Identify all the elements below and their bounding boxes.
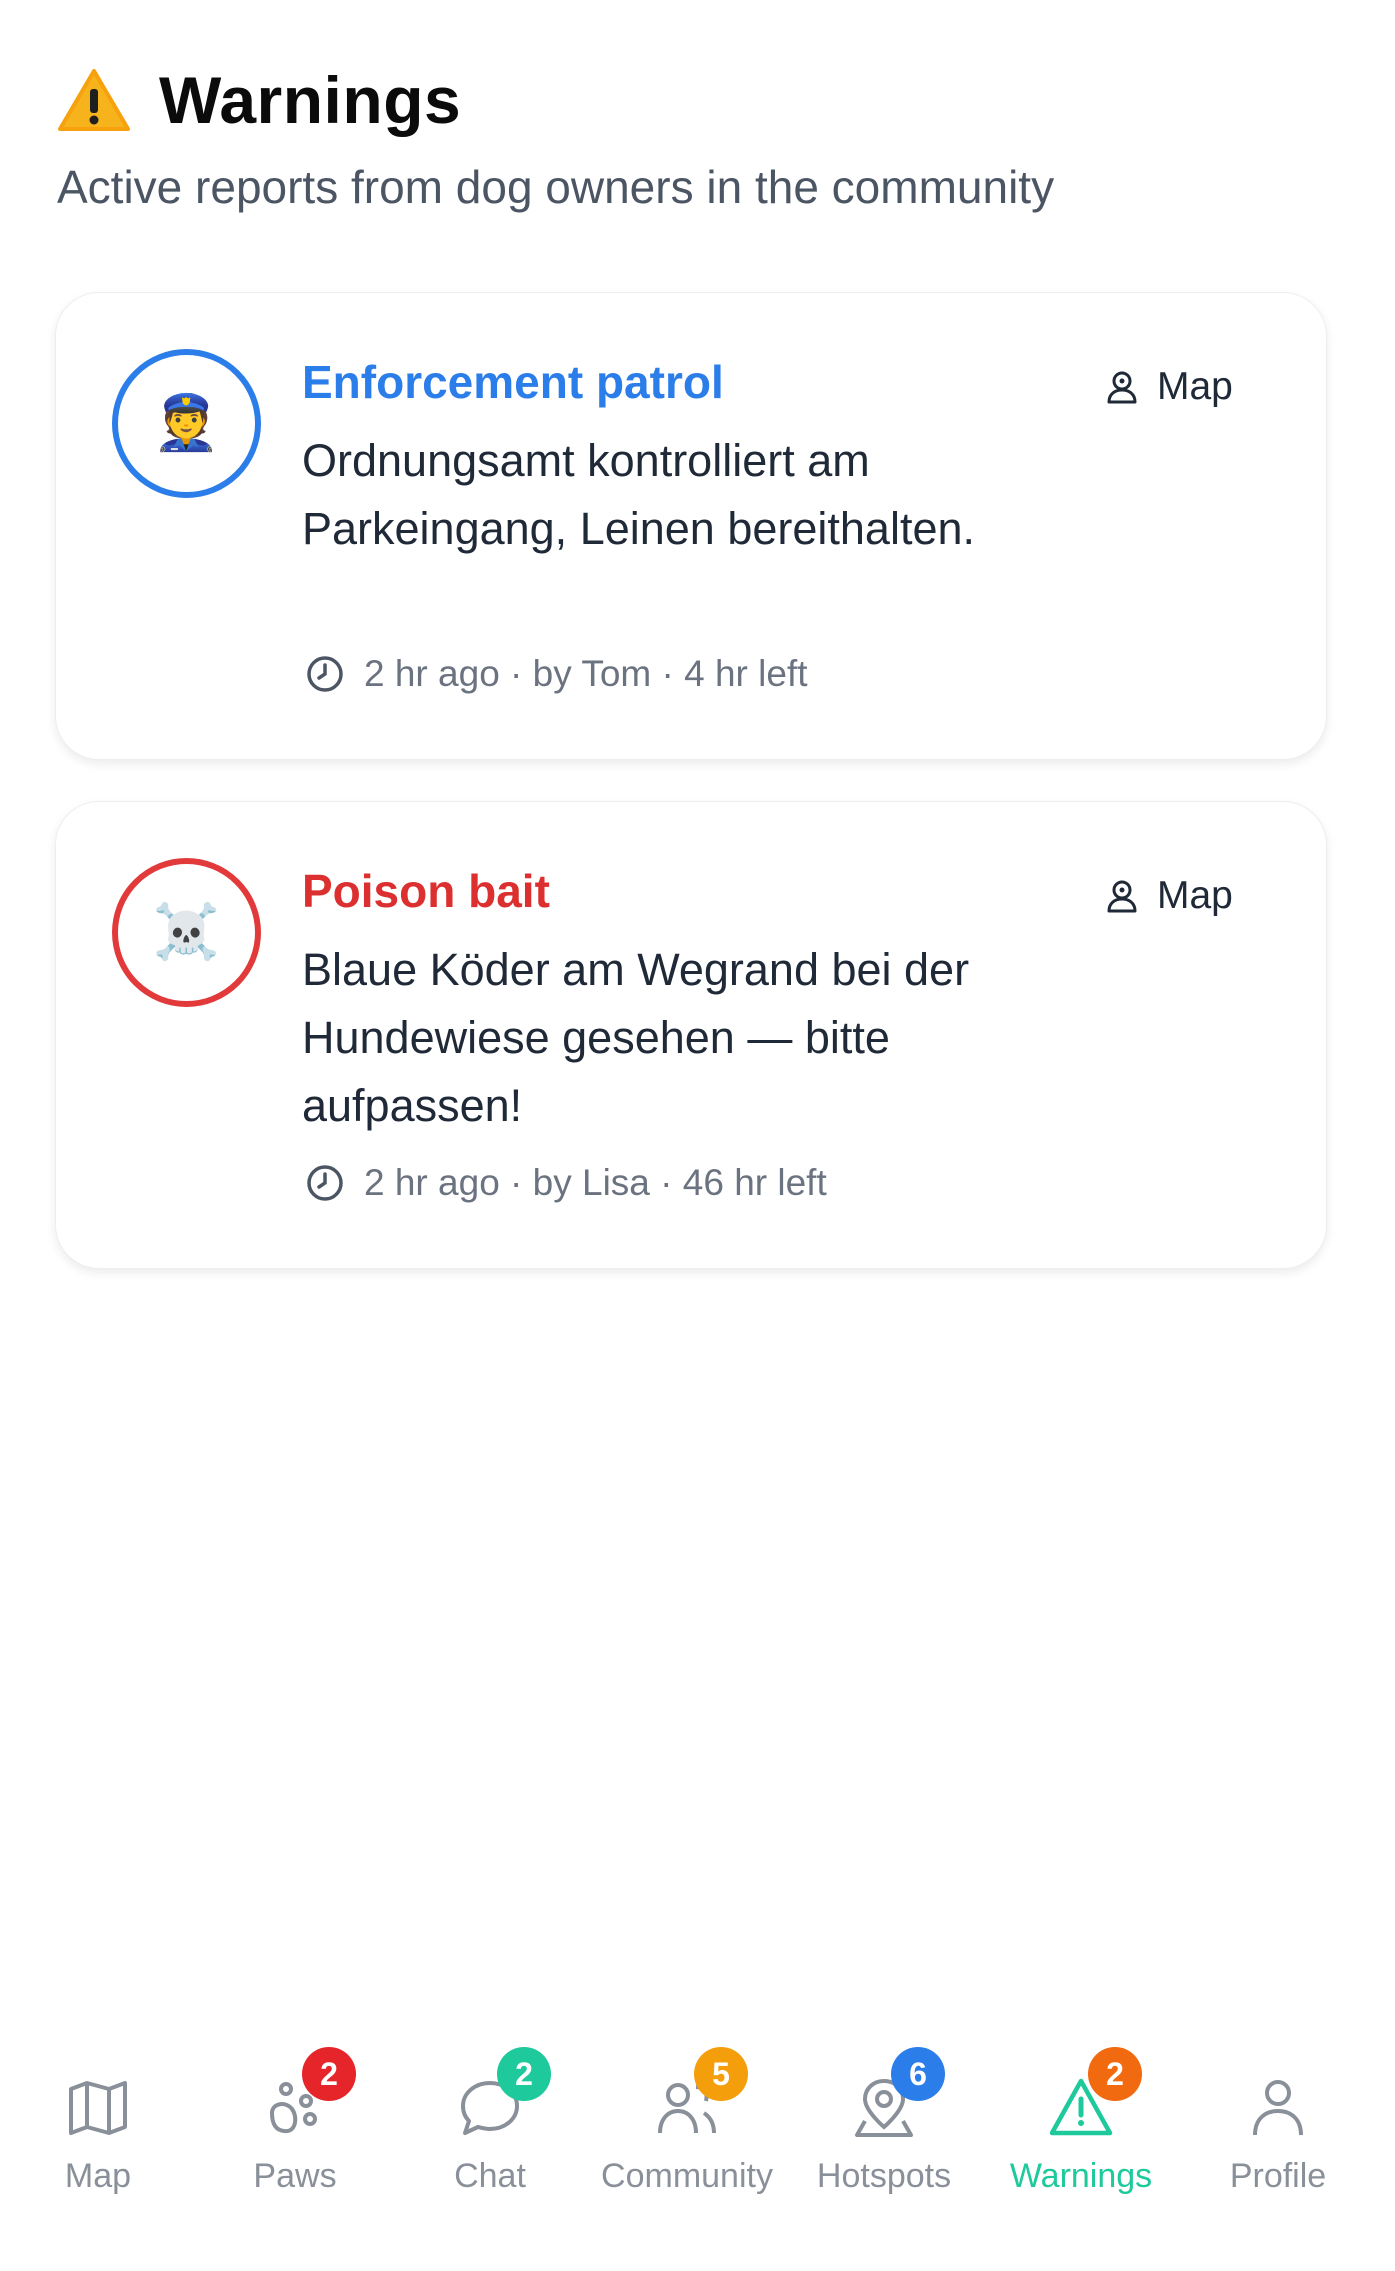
warning-meta-text: 2 hr ago · by Tom · 4 hr left [364,653,808,694]
page-title: Warnings [159,63,462,137]
map-button-label: Map [1157,874,1233,917]
nav-label: Paws [253,2157,337,2195]
warning-card-poison[interactable]: ☠️ Poison bait Blaue Köder am Wegrand be… [55,801,1327,1269]
community-badge: 5 [694,2047,748,2101]
warning-meta-text: 2 hr ago · by Lisa · 46 hr left [364,1162,827,1203]
nav-icon-wrap [1245,2075,1311,2141]
bottom-nav: Map 2 Paws 2 Chat 5 Community 6 Hotspots… [0,2030,1395,2271]
nav-label: Community [601,2157,773,2195]
warning-card-enforcement[interactable]: 👮 Enforcement patrol Ordnungsamt kontrol… [55,292,1327,760]
nav-item-hotspots[interactable]: 6 Hotspots [789,2047,979,2196]
nav-item-chat[interactable]: 2 Chat [395,2047,585,2196]
warnings-badge: 2 [1088,2047,1142,2101]
nav-icon-wrap: 2 [262,2047,356,2141]
nav-icon-wrap [65,2075,131,2141]
map-icon [69,2081,127,2135]
nav-label: Warnings [1009,2157,1153,2195]
warning-meta: 2 hr ago · by Lisa · 46 hr left [306,1162,827,1204]
nav-label: Hotspots [816,2157,952,2195]
skull-crossbones-icon: ☠️ [112,858,261,1007]
nav-icon-wrap: 2 [1048,2047,1142,2141]
user-icon [1253,2080,1303,2136]
nav-label: Chat [454,2157,526,2195]
nav-icon-wrap: 6 [851,2047,945,2141]
warning-description: Blaue Köder am Wegrand bei der Hundewies… [302,944,970,1131]
map-pin-person-icon [1107,880,1137,913]
warning-title: Poison bait [302,865,550,917]
nav-item-warnings[interactable]: 2 Warnings [986,2047,1176,2196]
nav-item-map[interactable]: Map [3,2075,193,2196]
nav-icon-wrap: 2 [457,2047,551,2141]
page-subtitle: Active reports from dog owners in the co… [57,161,1055,213]
hotspots-badge: 6 [891,2047,945,2101]
header-row: Warnings [57,62,1054,138]
warning-title: Enforcement patrol [302,356,724,408]
nav-label: Map [64,2157,132,2195]
nav-item-community[interactable]: 5 Community [592,2047,782,2196]
map-button[interactable]: Map [1101,365,1233,409]
clock-icon [307,1165,343,1201]
police-officer-icon: 👮 [112,349,261,498]
chat-badge: 2 [497,2047,551,2101]
warnings-screen: Warnings Active reports from dog owners … [0,0,1395,2271]
warning-description: Ordnungsamt kontrolliert am Parkeingang,… [302,435,976,554]
paws-badge: 2 [302,2047,356,2101]
nav-label: Profile [1229,2157,1327,2195]
nav-icon-wrap: 5 [654,2047,748,2141]
warning-meta: 2 hr ago · by Tom · 4 hr left [306,653,808,695]
nav-item-paws[interactable]: 2 Paws [200,2047,390,2196]
map-pin-person-icon [1107,371,1137,404]
page-header: Warnings Active reports from dog owners … [57,62,1054,214]
nav-item-profile[interactable]: Profile [1183,2075,1373,2196]
warning-icon [58,69,130,131]
map-button-label: Map [1157,365,1233,408]
map-button[interactable]: Map [1101,874,1233,918]
clock-icon [307,656,343,692]
